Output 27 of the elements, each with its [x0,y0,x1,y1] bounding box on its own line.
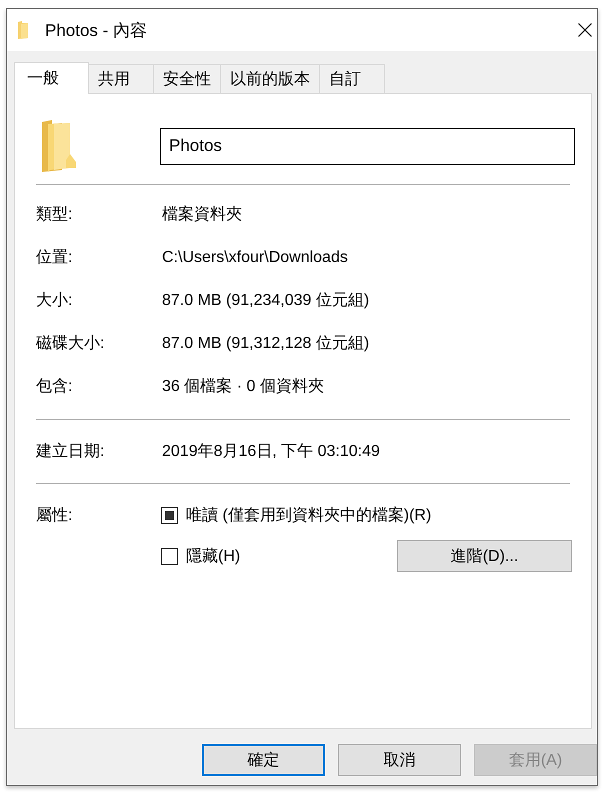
checkbox-label[interactable]: 唯讀 (僅套用到資料夾中的檔案)(R) [186,505,432,526]
field-value: 87.0 MB (91,234,039 位元組) [162,291,370,311]
field-value: C:\Users\xfour\Downloads [162,248,349,266]
field-label: 磁碟大小: [36,334,106,354]
field-value: 2019年8月16日, 下午 03:10:49 [162,442,381,462]
field-label: 屬性: [36,506,72,526]
field-value: 87.0 MB (91,312,128 位元組) [162,334,370,354]
advanced-button[interactable]: 進階(D)... [397,540,572,572]
window-title: Photos - 內容 [45,20,148,42]
checkbox-label[interactable]: 隱藏(H) [186,546,240,566]
tab[interactable]: 自訂 [319,64,385,93]
close-icon[interactable] [578,23,592,37]
name-field[interactable]: Photos [160,128,575,164]
field-label: 建立日期: [36,442,106,462]
tab[interactable]: 一般 [14,62,89,94]
checkbox[interactable] [161,548,178,564]
folder-icon [40,120,76,172]
checkbox[interactable] [161,507,178,524]
field-label: 類型: [36,205,74,225]
field-value: 36 個檔案 · 0 個資料夾 [162,376,325,397]
field-value: 檔案資料夾 [162,204,243,225]
field-label: 包含: [36,377,74,397]
dialog-button[interactable]: 確定 [202,744,325,776]
field-label: 位置: [36,248,74,268]
folder-icon [18,21,28,39]
field-label: 大小: [36,290,74,311]
dialog-button[interactable]: 取消 [338,744,461,776]
